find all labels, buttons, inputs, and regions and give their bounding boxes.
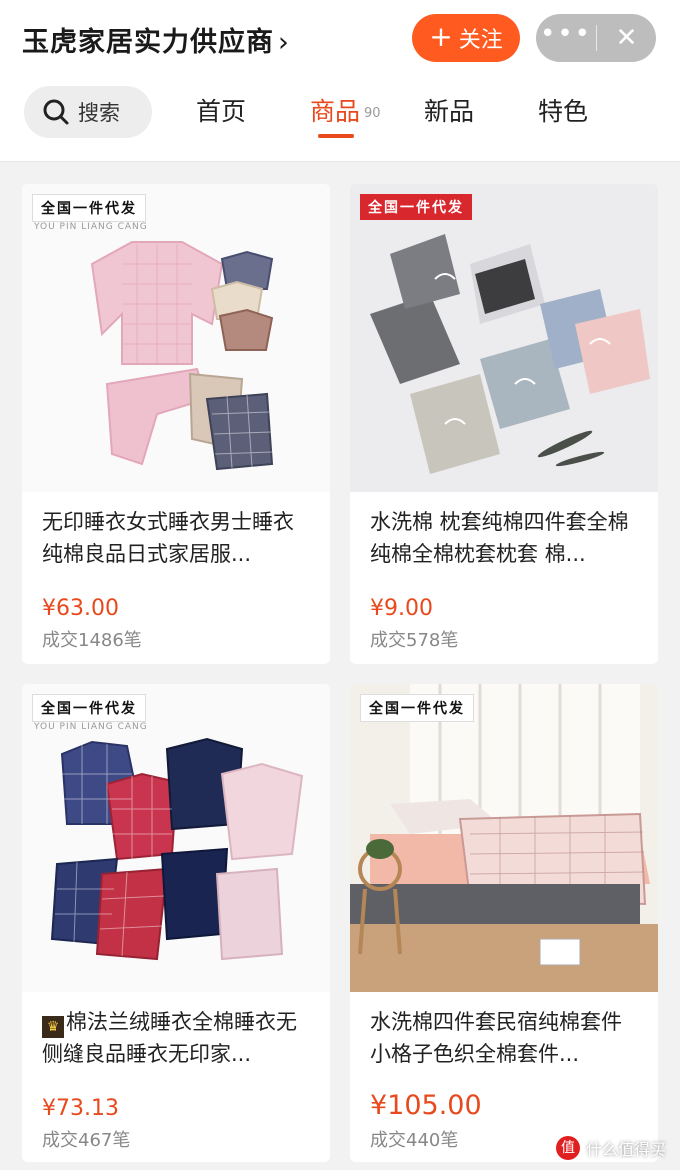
brand-subtitle: YOU PIN LIANG CANG — [34, 222, 148, 232]
sales-count: 成交440笔 — [370, 1130, 459, 1151]
product-title[interactable]: ♛ 棉法兰绒睡衣全棉睡衣无侧缝良品睡衣无印家... — [42, 1006, 314, 1070]
tab-label: 新品 — [424, 97, 475, 126]
tab-label: 首页 — [196, 97, 247, 126]
bedding-set-image — [350, 684, 658, 992]
dropship-badge: 全国一件代发 — [32, 194, 146, 222]
product-price: ¥73.13 — [42, 1096, 119, 1121]
product-price: ¥105.00 — [370, 1090, 482, 1121]
mini-program-capsule: ••• ✕ — [536, 14, 656, 62]
shop-title[interactable]: 玉虎家居实力供应商 › — [22, 20, 290, 59]
crown-icon: ♛ — [42, 1016, 64, 1038]
watermark-logo: 值 — [556, 1136, 580, 1160]
search-icon — [43, 99, 69, 125]
search-label: 搜索 — [78, 101, 120, 125]
product-title[interactable]: 水洗棉四件套民宿纯棉套件小格子色织全棉套件... — [370, 1006, 642, 1070]
nav-bar: 搜索 首页 商品 90 新品 特色 — [0, 80, 680, 162]
product-image[interactable]: 全国一件代发 YOU PIN LIANG CANG — [22, 184, 330, 492]
shop-name: 玉虎家居实力供应商 — [22, 27, 274, 58]
sales-count: 成交467笔 — [42, 1130, 131, 1151]
top-bar: 玉虎家居实力供应商 › + 关注 ••• ✕ — [0, 0, 680, 80]
pillowcase-image — [350, 184, 658, 492]
product-card[interactable]: 全国一件代发 水洗棉 枕套纯棉四件套全棉纯棉全棉枕套枕套 棉... ¥9.00 … — [350, 184, 658, 664]
sales-count: 成交1486笔 — [42, 630, 142, 651]
watermark-text: 什么值得买 — [586, 1140, 667, 1159]
more-icon[interactable]: ••• — [536, 21, 596, 47]
follow-label: 关注 — [458, 28, 503, 53]
product-image[interactable]: 全国一件代发 YOU PIN LIANG CANG — [22, 684, 330, 992]
product-title[interactable]: 水洗棉 枕套纯棉四件套全棉纯棉全棉枕套枕套 棉... — [370, 506, 642, 570]
active-tab-indicator — [318, 134, 354, 138]
product-price: ¥9.00 — [370, 596, 433, 621]
product-title-text: 棉法兰绒睡衣全棉睡衣无侧缝良品睡衣无印家... — [42, 1010, 297, 1066]
product-image[interactable]: 全国一件代发 — [350, 684, 658, 992]
tab-label: 特色 — [538, 97, 589, 126]
close-icon[interactable]: ✕ — [597, 23, 656, 53]
watermark: 值 什么值得买 — [556, 1136, 666, 1160]
tab-new[interactable]: 新品 — [424, 92, 474, 128]
chevron-right-icon: › — [278, 27, 290, 58]
tab-products[interactable]: 商品 90 — [310, 92, 381, 128]
search-button[interactable]: 搜索 — [24, 86, 152, 138]
product-card[interactable]: 全国一件代发 YOU PIN LIANG CANG 无印睡衣女式睡衣男士睡衣纯棉… — [22, 184, 330, 664]
product-price: ¥63.00 — [42, 596, 119, 621]
follow-button[interactable]: + 关注 — [412, 14, 520, 62]
tab-featured[interactable]: 特色 — [538, 92, 588, 128]
brand-subtitle: YOU PIN LIANG CANG — [34, 722, 148, 732]
dropship-badge: 全国一件代发 — [32, 694, 146, 722]
product-card[interactable]: 全国一件代发 YOU PIN LIANG CANG ♛ 棉法兰绒睡衣全棉睡衣无侧缝… — [22, 684, 330, 1162]
tab-count: 90 — [364, 105, 381, 121]
sales-count: 成交578笔 — [370, 630, 459, 651]
tab-home[interactable]: 首页 — [196, 92, 246, 128]
dropship-badge: 全国一件代发 — [360, 694, 474, 722]
product-card[interactable]: 全国一件代发 水洗棉四件套民宿纯棉套件小格子色织全棉套件... ¥105.00 … — [350, 684, 658, 1162]
tab-label: 商品 — [310, 97, 361, 126]
dropship-badge: 全国一件代发 — [360, 194, 472, 220]
plus-icon: + — [429, 19, 453, 53]
product-title[interactable]: 无印睡衣女式睡衣男士睡衣纯棉良品日式家居服... — [42, 506, 314, 570]
product-image[interactable]: 全国一件代发 — [350, 184, 658, 492]
